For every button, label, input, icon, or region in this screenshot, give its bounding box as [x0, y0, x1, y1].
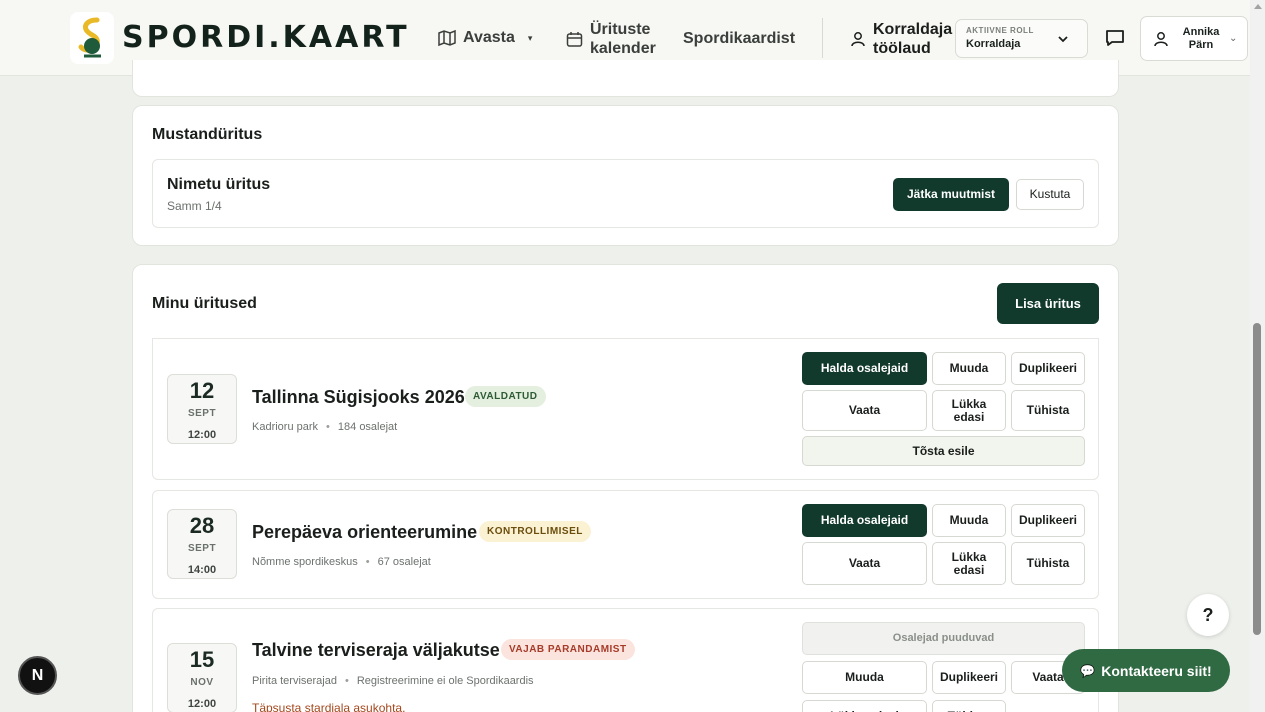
- nav-dashboard-line2: töölaud: [873, 40, 931, 57]
- event-date: 15 NOV 12:00: [167, 643, 237, 712]
- event-month: SEPT: [187, 408, 217, 419]
- nav-divider: [822, 18, 823, 58]
- delete-draft-button[interactable]: Kustuta: [1016, 179, 1084, 210]
- postpone-event-button[interactable]: Lükka edasi: [802, 700, 927, 712]
- duplicate-event-button[interactable]: Duplikeeri: [1011, 352, 1085, 385]
- event-warning: Täpsusta stardiala asukohta.: [252, 701, 406, 712]
- event-title[interactable]: Talvine terviseraja väljakutse: [252, 640, 500, 661]
- view-event-button[interactable]: Vaata: [802, 390, 927, 431]
- scroll-up-arrow-icon[interactable]: [1254, 4, 1262, 9]
- event-time: 14:00: [187, 564, 217, 576]
- nav-about[interactable]: Spordikaardist: [683, 30, 795, 48]
- nav-explore[interactable]: Avasta ▾: [438, 29, 532, 47]
- event-participants: 184 osalejat: [337, 421, 398, 433]
- event-time: 12:00: [187, 429, 217, 441]
- edit-event-button[interactable]: Muuda: [932, 504, 1006, 537]
- user-first-name: Annika: [1182, 26, 1220, 38]
- event-location: Kadrioru park: [252, 421, 319, 433]
- chat-bubble-icon: 💬: [1080, 663, 1096, 678]
- role-value: Korraldaja: [966, 38, 1021, 50]
- duplicate-event-button[interactable]: Duplikeeri: [1011, 504, 1085, 537]
- event-time: 12:00: [187, 698, 217, 710]
- manage-participants-button[interactable]: Halda osalejaid: [802, 352, 927, 385]
- event-day: 28: [189, 513, 215, 538]
- add-event-button[interactable]: Lisa üritus: [997, 283, 1099, 324]
- user-icon: [851, 32, 865, 47]
- messages-button[interactable]: [1098, 20, 1132, 56]
- previous-card: [132, 60, 1119, 97]
- edit-event-button[interactable]: Muuda: [802, 661, 927, 694]
- event-month: SEPT: [187, 543, 217, 554]
- help-button[interactable]: ?: [1187, 594, 1229, 636]
- continue-editing-button[interactable]: Jätka muutmist: [893, 178, 1009, 211]
- scroll-thumb[interactable]: [1253, 323, 1261, 635]
- draft-item: Nimetu üritus Samm 1/4 Jätka muutmist Ku…: [152, 159, 1099, 228]
- nav-calendar[interactable]: Ürituste kalender: [566, 20, 656, 58]
- cancel-event-button[interactable]: Tühista: [1011, 390, 1085, 431]
- view-event-button[interactable]: Vaata: [802, 542, 927, 585]
- status-badge: VAJAB PARANDAMIST: [501, 639, 635, 660]
- nav-explore-label: Avasta: [463, 29, 515, 46]
- status-badge: KONTROLLIMISEL: [479, 521, 591, 542]
- role-selector[interactable]: AKTIIVNE ROLL Korraldaja: [955, 19, 1088, 58]
- status-badge: AVALDATUD: [465, 386, 546, 407]
- chevron-down-icon: ⌄: [1229, 33, 1238, 44]
- brand-name[interactable]: SPORDI.KAART: [122, 20, 410, 55]
- event-row: 28 SEPT 14:00 Perepäeva orienteerumine K…: [152, 490, 1099, 599]
- event-title[interactable]: Tallinna Sügisjooks 2026: [252, 387, 465, 408]
- user-icon: [1154, 32, 1168, 47]
- postpone-event-button[interactable]: Lükka edasi: [932, 542, 1006, 585]
- event-row: 12 SEPT 12:00 Tallinna Sügisjooks 2026 A…: [152, 338, 1099, 480]
- nav-dashboard-line1: Korraldaja: [873, 21, 953, 38]
- duplicate-event-button[interactable]: Duplikeeri: [932, 661, 1006, 694]
- contact-label: Kontakteeru siit!: [1101, 662, 1212, 679]
- draft-section-title: Mustandüritus: [152, 126, 263, 143]
- chat-icon: [1106, 30, 1124, 46]
- nav-calendar-line2: kalender: [590, 40, 656, 57]
- event-date: 12 SEPT 12:00: [167, 374, 237, 444]
- event-meta: Kadrioru park • 184 osalejat: [252, 421, 398, 433]
- manage-participants-button[interactable]: Halda osalejaid: [802, 504, 927, 537]
- my-events-title: Minu üritused: [152, 295, 257, 312]
- event-registration-note: Registreerimine ei ole Spordikaardis: [356, 675, 534, 687]
- page-scrollbar[interactable]: [1250, 0, 1265, 712]
- event-day: 15: [189, 647, 215, 672]
- chevron-down-icon: ▾: [527, 32, 533, 43]
- nav-about-label: Spordikaardist: [683, 30, 796, 47]
- role-caption: AKTIIVNE ROLL: [966, 26, 1034, 35]
- user-last-name: Pärn: [1188, 39, 1214, 51]
- event-row: 15 NOV 12:00 Talvine terviseraja väljaku…: [152, 608, 1099, 712]
- nav-calendar-line1: Ürituste: [590, 21, 651, 38]
- event-month: NOV: [190, 677, 214, 688]
- feature-event-button[interactable]: Tõsta esile: [802, 436, 1085, 466]
- edit-event-button[interactable]: Muuda: [932, 352, 1006, 385]
- user-menu[interactable]: Annika Pärn ⌄: [1140, 16, 1248, 61]
- cancel-event-button[interactable]: Tühista: [1011, 542, 1085, 585]
- event-participants: 67 osalejat: [377, 556, 431, 568]
- no-participants-button: Osalejad puuduvad: [802, 622, 1085, 655]
- cancel-event-button[interactable]: Tühista: [932, 700, 1006, 712]
- event-day: 12: [189, 378, 215, 403]
- event-date: 28 SEPT 14:00: [167, 509, 237, 579]
- event-title[interactable]: Perepäeva orienteerumine: [252, 522, 477, 543]
- nav-dashboard[interactable]: Korraldaja töölaud: [850, 20, 952, 58]
- draft-step: Samm 1/4: [167, 199, 222, 213]
- chevron-down-icon: [1058, 36, 1068, 43]
- brand-logo-icon[interactable]: [70, 12, 114, 64]
- dev-tools-badge[interactable]: N: [18, 656, 57, 695]
- calendar-icon: [566, 31, 583, 47]
- event-meta: Nõmme spordikeskus • 67 osalejat: [252, 556, 431, 568]
- map-icon: [438, 29, 456, 47]
- contact-button[interactable]: 💬 Kontakteeru siit!: [1062, 649, 1230, 692]
- event-location: Pirita terviserajad: [252, 675, 337, 687]
- draft-name: Nimetu üritus: [167, 176, 271, 193]
- postpone-event-button[interactable]: Lükka edasi: [932, 390, 1006, 431]
- event-meta: Pirita terviserajad • Registreerimine ei o…: [252, 675, 534, 687]
- event-location: Nõmme spordikeskus: [252, 556, 358, 568]
